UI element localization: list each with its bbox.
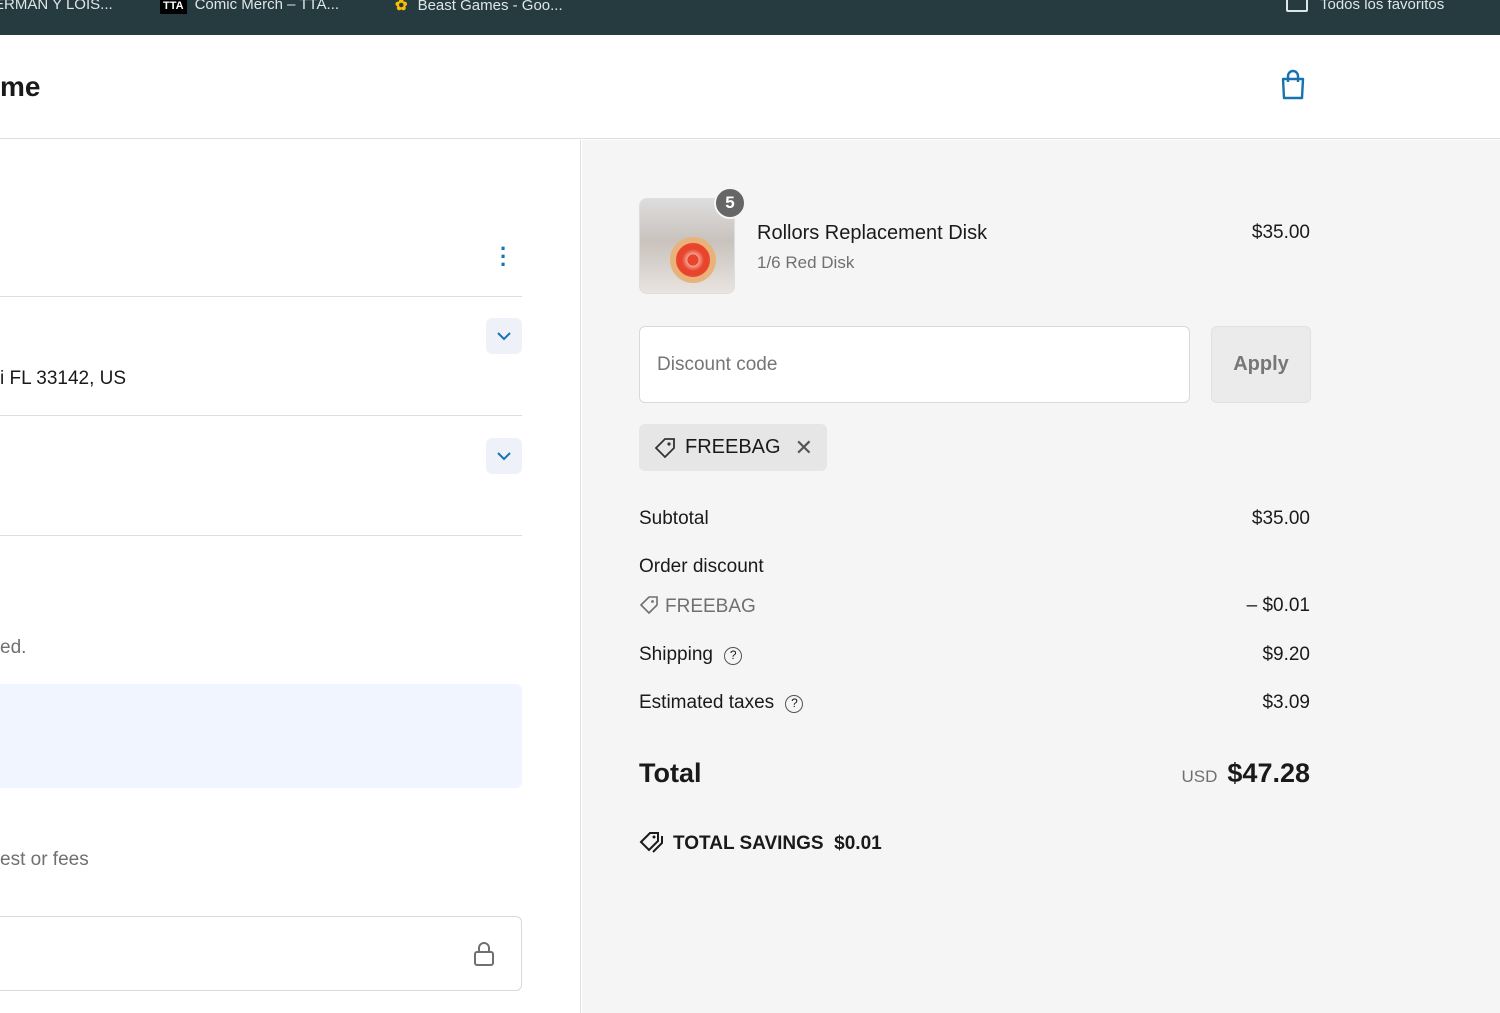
tags-icon — [639, 832, 663, 853]
help-icon[interactable]: ? — [724, 647, 743, 665]
discount-amount: – $0.01 — [1246, 595, 1310, 616]
product-price: $35.00 — [1251, 222, 1310, 243]
shopping-bag-icon[interactable] — [1280, 69, 1306, 101]
store-logo[interactable]: me — [0, 71, 40, 103]
total-savings: TOTAL SAVINGS $0.01 — [639, 830, 882, 855]
tta-icon: TTA — [160, 0, 187, 14]
shipping-label: Shipping ? — [639, 644, 743, 666]
expand-chevron-button[interactable] — [486, 318, 522, 354]
subtotal-value: $35.00 — [1251, 508, 1310, 529]
total-label: Total — [639, 758, 702, 788]
subtotal-label: Subtotal — [639, 508, 709, 529]
all-bookmarks[interactable]: Todos los favoritos — [1286, 0, 1444, 13]
total-row: USD $47.28 — [1182, 758, 1311, 789]
applied-discount-chip: FREEBAG ✕ — [639, 424, 828, 471]
lock-icon — [474, 942, 494, 966]
card-input[interactable] — [0, 916, 522, 991]
checkout-form: · · · i FL 33142, US ed. est or fees — [0, 140, 581, 1013]
bookmark[interactable]: ✿ Beast Games - Goo... — [395, 0, 563, 14]
currency: USD — [1181, 767, 1218, 786]
order-summary: 5 Rollors Replacement Disk 1/6 Red Disk … — [582, 140, 1500, 1013]
product-thumbnail: 5 — [639, 187, 746, 294]
help-icon[interactable]: ? — [785, 695, 804, 713]
order-discount-label: Order discount — [639, 556, 764, 577]
shipping-value: $9.20 — [1262, 644, 1310, 665]
bookmarks-bar: ERMAN Y LOIS... TTA Comic Merch – TTA... … — [0, 0, 1500, 35]
payment-option-selected[interactable] — [0, 684, 522, 788]
chevron-down-icon — [497, 331, 511, 340]
discount-code-input[interactable] — [639, 326, 1190, 403]
total-value: $47.28 — [1227, 758, 1310, 788]
product-variant: 1/6 Red Disk — [757, 253, 855, 272]
tag-icon — [639, 596, 658, 615]
ship-to-address: i FL 33142, US — [0, 368, 127, 389]
apply-discount-button[interactable]: Apply — [1211, 326, 1311, 403]
chevron-down-icon — [497, 451, 511, 460]
folder-icon — [1286, 0, 1308, 13]
payment-note: ed. — [0, 637, 27, 658]
taxes-value: $3.09 — [1262, 692, 1310, 713]
product-name: Rollors Replacement Disk — [757, 222, 988, 244]
taxes-label: Estimated taxes ? — [639, 692, 804, 714]
checkout-header: me — [0, 35, 1500, 139]
tag-icon — [654, 437, 675, 458]
google-photos-icon: ✿ — [395, 0, 408, 14]
remove-discount-icon[interactable]: ✕ — [795, 435, 813, 461]
expand-chevron-button[interactable] — [486, 438, 522, 474]
more-options-icon[interactable]: · · · — [500, 238, 507, 276]
discount-code-row: FREEBAG — [639, 595, 756, 618]
quantity-badge: 5 — [714, 187, 746, 219]
bookmark[interactable]: ERMAN Y LOIS... — [0, 0, 113, 13]
bookmark[interactable]: TTA Comic Merch – TTA... — [160, 0, 339, 14]
fees-note: est or fees — [0, 849, 89, 870]
